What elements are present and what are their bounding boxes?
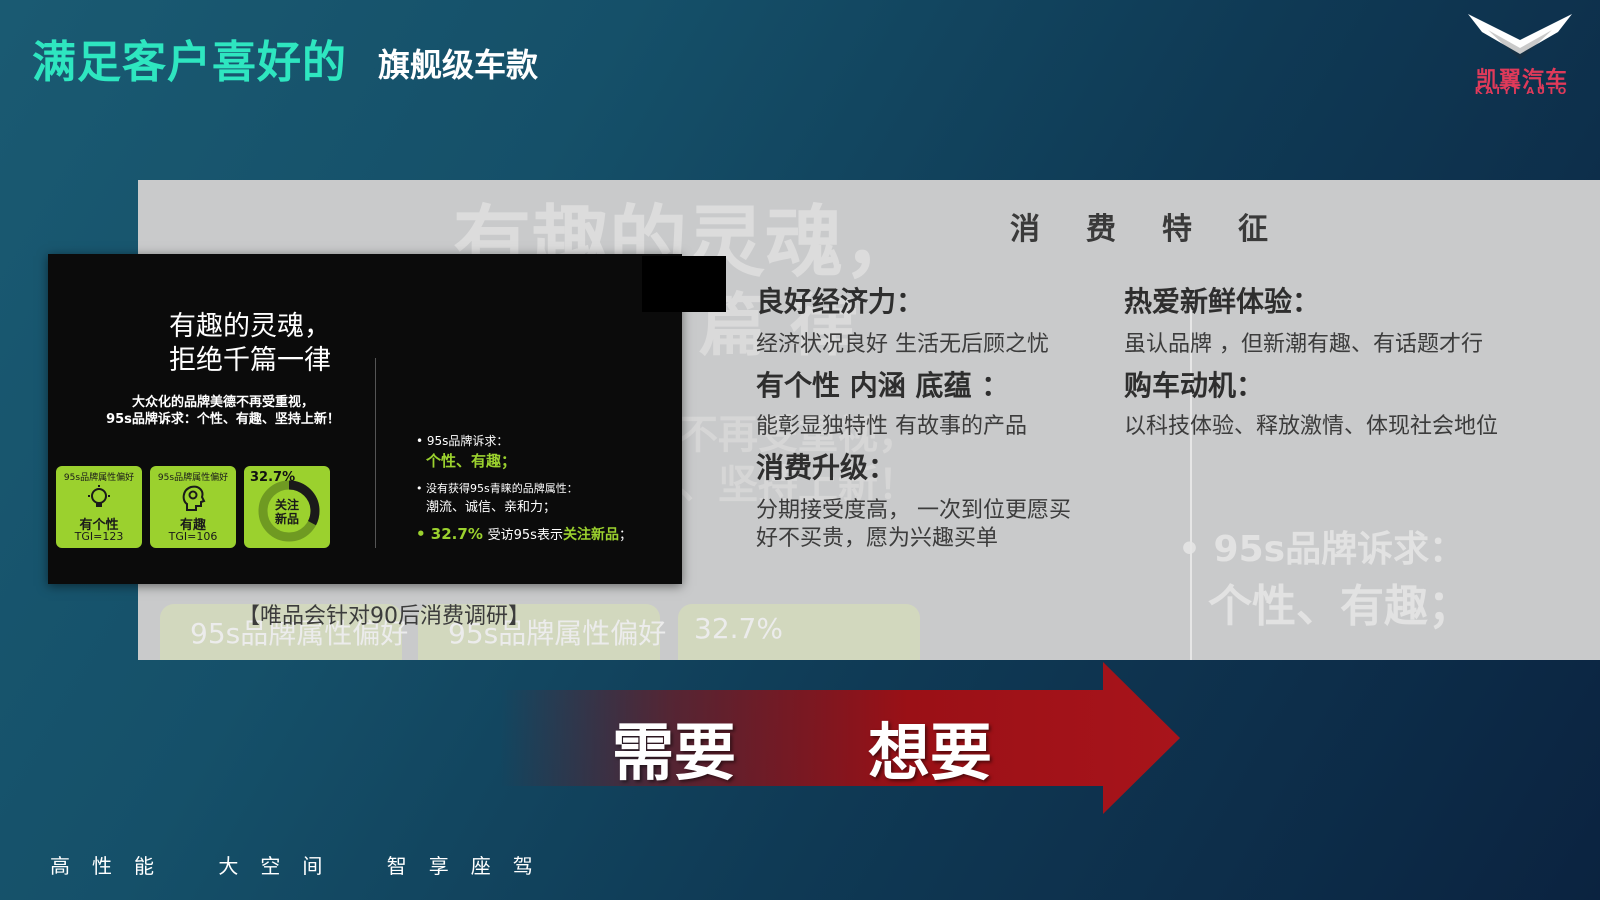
tile-tgi: TGI=123 <box>74 530 124 543</box>
brand-logo-subtext: KAIYI AUTO <box>1474 86 1570 97</box>
page-title: 满足客户喜好的 <box>32 37 347 88</box>
ghost-text: 个性、有趣； <box>1208 581 1472 632</box>
footer-item: 高性能 <box>50 854 176 878</box>
bullet-percent: • 32.7% <box>416 525 483 543</box>
tile-caption: 95s品牌属性偏好 <box>63 473 135 483</box>
arrow-to-label: 想要 <box>868 716 993 789</box>
card-subtext-line1: 大众化的品牌美德不再受重视， <box>131 395 314 410</box>
feature-text: 虽认品牌 ，但新潮有趣、有话题才行 <box>1124 332 1483 357</box>
feature-text: 经济状况良好 生活无后顾之忧 <box>756 332 1049 357</box>
donut-label-line2: 新品 <box>274 512 299 526</box>
bullet-unfavored: • 没有获得95s青睐的品牌属性： <box>416 482 578 495</box>
feature-text: 以科技体验、释放激情、体现社会地位 <box>1124 414 1499 439</box>
feature-heading: 消费升级： <box>756 451 897 484</box>
head-gear-icon <box>182 485 206 511</box>
feature-heading: 有个性 内涵 底蕴 ： <box>756 369 1010 402</box>
bullet-unfavored-value: 潮流、诚信、亲和力； <box>426 500 557 515</box>
bullet-end: ； <box>618 528 632 543</box>
tile-tgi: TGI=106 <box>168 530 218 543</box>
tile-caption: 95s品牌属性偏好 <box>157 473 229 483</box>
card-headline-line1: 有趣的灵魂， <box>169 311 331 342</box>
bullet-text: 受访95s表示 <box>487 528 563 543</box>
bullet-new-product: • 32.7% 受访95s表示关注新品； <box>416 524 632 544</box>
donut-percent: 32.7% <box>250 470 296 485</box>
section-title: 消费特征 <box>1010 212 1314 247</box>
bullet-appeal: • 95s品牌诉求： <box>416 434 509 448</box>
card-headline-line2: 拒绝千篇一律 <box>169 345 331 376</box>
footer-item: 智享座驾 <box>386 854 555 878</box>
bullet-appeal-value: 个性、有趣； <box>426 452 517 470</box>
ghost-text: • 95s品牌诉求： <box>1178 529 1466 570</box>
feature-heading: 热爱新鲜体验： <box>1124 285 1321 318</box>
survey-card: 有趣的灵魂， 拒绝千篇一律 大众化的品牌美德不再受重视， 95s品牌诉求：个性、… <box>48 254 726 584</box>
feature-heading: 购车动机： <box>1124 369 1265 402</box>
donut-label-line1: 关注 <box>274 498 299 512</box>
feature-text: 能彰显独特性 有故事的产品 <box>756 414 1027 439</box>
card-subtext: 大众化的品牌美德不再受重视， 95s品牌诉求：个性、有趣、坚持上新！ <box>58 394 388 428</box>
card-divider <box>375 358 376 548</box>
redaction-box <box>642 256 726 312</box>
ghost-tile-text: 32.7% <box>694 612 783 645</box>
card-subtext-line2: 95s品牌诉求：个性、有趣、坚持上新！ <box>106 412 340 427</box>
tile-individuality: 95s品牌属性偏好 有个性 TGI=123 <box>56 466 142 548</box>
donut-label: 关注 新品 <box>244 498 330 526</box>
survey-caption: 【唯品会针对90后消费调研】 <box>238 604 530 629</box>
bullet-highlight: 关注新品 <box>562 527 619 543</box>
tile-fun: 95s品牌属性偏好 有趣 TGI=106 <box>150 466 236 548</box>
page-subtitle: 旗舰级车款 <box>378 46 539 84</box>
footer-tagline: 高性能 大空间 智享座驾 <box>50 850 591 879</box>
arrow-from-label: 需要 <box>612 716 737 789</box>
need-to-want-arrow <box>500 662 1180 814</box>
feature-heading: 良好经济力： <box>756 285 925 318</box>
footer-item: 大空间 <box>218 854 345 878</box>
tile-new-products: 32.7% 关注 新品 <box>244 466 330 548</box>
feature-text: 好不买贵，愿为兴趣买单 <box>756 526 999 551</box>
card-headline: 有趣的灵魂， 拒绝千篇一律 <box>160 310 340 378</box>
lightbulb-icon <box>88 485 110 507</box>
